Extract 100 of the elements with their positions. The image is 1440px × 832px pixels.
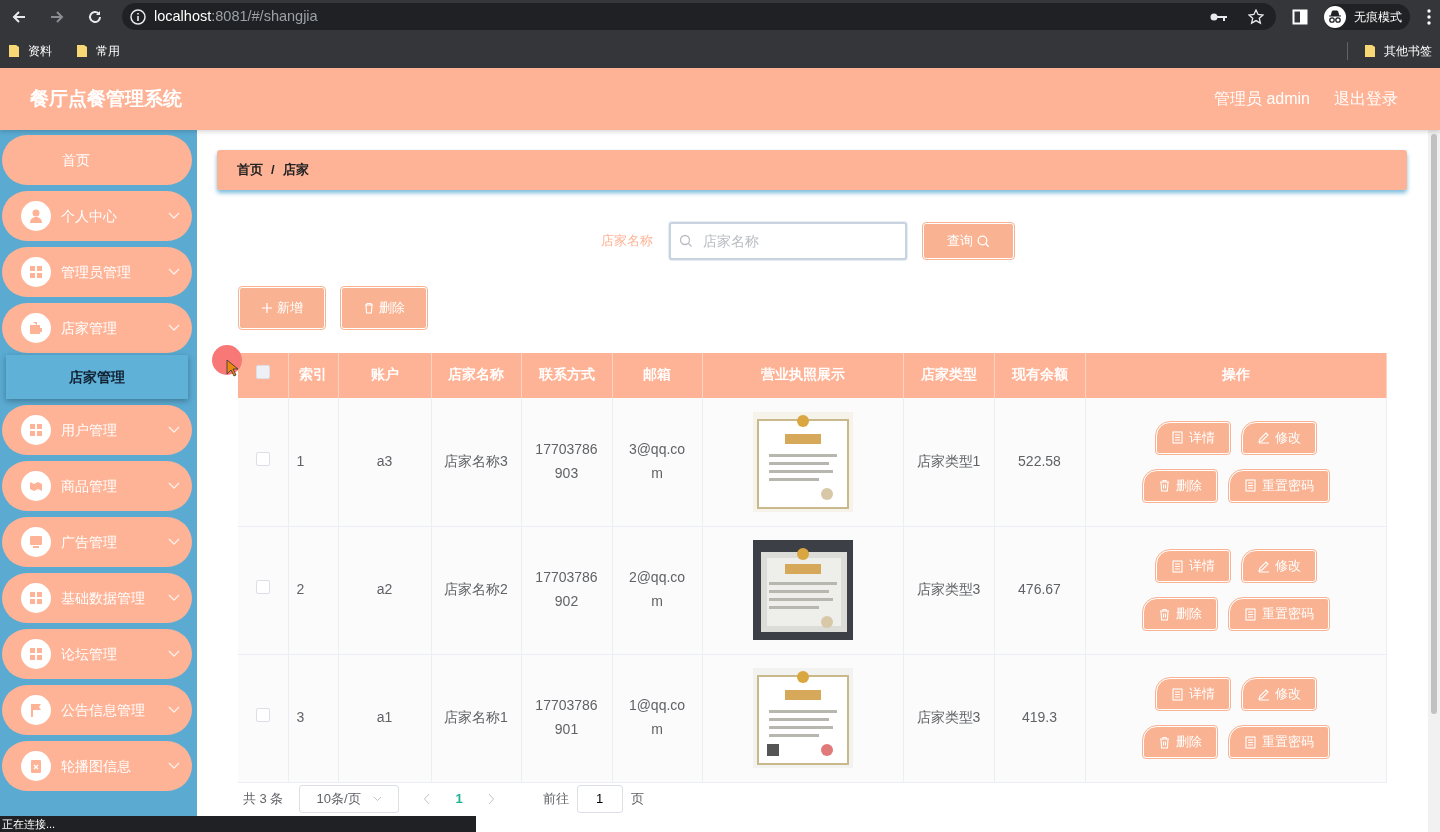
table-cell-text: 店家类型1 [915, 451, 982, 471]
folder-icon [1364, 43, 1376, 58]
user-label: 管理员 admin [1213, 89, 1310, 109]
sidebar-item[interactable]: 商品管理 [2, 461, 192, 511]
chevron-icon [168, 324, 180, 332]
trash-icon [1157, 479, 1171, 493]
clipboard-icon [21, 751, 51, 781]
star-icon[interactable] [1248, 8, 1264, 25]
side-panel-icon[interactable] [1292, 8, 1308, 25]
plus-icon [261, 302, 273, 314]
column-header: 账户 [370, 367, 399, 383]
chevron-icon [168, 706, 180, 714]
column-header: 店家类型 [920, 367, 977, 383]
breadcrumb-item[interactable]: 首页 [237, 160, 263, 180]
search-button[interactable]: 查询 [922, 223, 1014, 259]
sidebar-item[interactable]: 用户管理 [2, 405, 192, 455]
sidebar-item[interactable]: 基础数据管理 [2, 573, 192, 623]
delete-button[interactable]: 删除 [1142, 469, 1217, 502]
edit-button[interactable]: 修改 [1241, 550, 1316, 582]
table-cell-text: 476.67 [1017, 580, 1062, 600]
reset-password-button[interactable]: 重置密码 [1228, 598, 1329, 630]
status-text: 正在连接... [0, 816, 476, 832]
row-checkbox[interactable] [255, 451, 270, 466]
trash-icon [363, 302, 375, 314]
folder-icon [76, 43, 88, 58]
reset-password-button[interactable]: 重置密码 [1228, 469, 1329, 502]
chevron-icon [168, 538, 180, 546]
sidebar-item[interactable]: 个人中心 [2, 191, 192, 241]
sidebar-item[interactable]: 店家管理 [2, 303, 192, 353]
delete-button[interactable]: 删除 [1142, 726, 1217, 758]
table-cell-text: 店家类型3 [915, 708, 982, 728]
submenu-item[interactable]: 店家管理 [6, 355, 188, 399]
breadcrumb-separator: / [271, 161, 275, 180]
logout-link[interactable]: 退出登录 [1334, 87, 1398, 111]
chevron-icon [168, 594, 180, 602]
flag-icon [21, 695, 51, 725]
page-input[interactable]: 1 [576, 784, 623, 813]
app-title: 餐厅点餐管理系统 [30, 86, 182, 111]
page-size-select[interactable]: 10条/页 [299, 784, 400, 813]
row-checkbox[interactable] [255, 580, 270, 595]
edit-button[interactable]: 修改 [1241, 421, 1316, 454]
sidebar-item[interactable]: 公告信息管理 [2, 685, 192, 735]
column-header: 索引 [299, 367, 327, 383]
sidebar-item[interactable]: 论坛管理 [2, 629, 192, 679]
document-icon [1170, 431, 1184, 445]
breadcrumb-item: 店家 [282, 161, 309, 180]
column-header: 邮箱 [643, 367, 671, 383]
edit-button[interactable]: 修改 [1241, 678, 1316, 710]
delete-button[interactable]: 删除 [1142, 598, 1217, 630]
search-field[interactable]: 店家名称 [668, 222, 907, 260]
monitor-icon [21, 527, 51, 557]
select-all-checkbox[interactable] [255, 365, 270, 380]
chevron-icon [373, 795, 383, 802]
table-cell-text: 1 [296, 451, 306, 471]
table-cell-text: 17703786902 [534, 568, 599, 611]
table-cell-text: 3 [296, 708, 306, 728]
document-icon [1243, 607, 1257, 621]
delete-button[interactable]: 删除 [341, 287, 427, 329]
sidebar-item[interactable]: 首页 [2, 135, 192, 185]
incognito-icon [1324, 5, 1346, 28]
address-bar[interactable]: localhost:8081/#/shangjia [122, 3, 1276, 30]
bookmark-link[interactable]: 其他书签 [1347, 41, 1432, 60]
bookmark-link[interactable]: 常用 [76, 41, 120, 60]
total-count: 共 3 条 [243, 789, 284, 808]
chevron-icon [168, 482, 180, 490]
folder-icon [8, 43, 20, 58]
goto-label: 前往 [542, 789, 569, 808]
details-button[interactable]: 详情 [1155, 678, 1230, 710]
info-icon [130, 8, 146, 25]
search-label: 店家名称 [600, 232, 653, 251]
chevron-icon [168, 762, 180, 770]
page-number[interactable]: 1 [455, 788, 463, 809]
scrollbar-thumb[interactable] [1431, 134, 1437, 714]
document-icon [1243, 479, 1257, 493]
row-checkbox[interactable] [255, 708, 270, 723]
trash-icon [1157, 607, 1171, 621]
table-cell-text: 店家名称1 [443, 708, 509, 728]
document-icon [1170, 687, 1184, 701]
table-cell-text: a3 [375, 451, 394, 471]
sidebar-item[interactable]: 轮播图信息 [2, 741, 192, 791]
table-cell-text: 2 [296, 580, 306, 600]
add-button[interactable]: 新增 [239, 287, 325, 329]
column-header: 现有余额 [1011, 367, 1068, 383]
column-header: 操作 [1221, 367, 1250, 383]
column-header: 店家名称 [448, 367, 504, 383]
profile-button[interactable]: 无痕模式 [1324, 3, 1410, 30]
grid-icon [21, 257, 51, 287]
menu-icon[interactable] [1426, 8, 1432, 25]
chevron-icon [168, 650, 180, 658]
sidebar-item[interactable]: 广告管理 [2, 517, 192, 567]
details-button[interactable]: 详情 [1155, 421, 1230, 454]
chevron-icon [168, 212, 180, 220]
person-icon [21, 201, 51, 231]
reset-password-button[interactable]: 重置密码 [1228, 726, 1329, 758]
table-cell-text: 店家名称3 [443, 451, 509, 471]
sidebar-item[interactable]: 管理员管理 [2, 247, 192, 297]
bookmark-link[interactable]: 资料 [8, 41, 52, 60]
search-icon [678, 234, 693, 248]
details-button[interactable]: 详情 [1155, 550, 1230, 582]
column-header: 联系方式 [538, 367, 595, 383]
